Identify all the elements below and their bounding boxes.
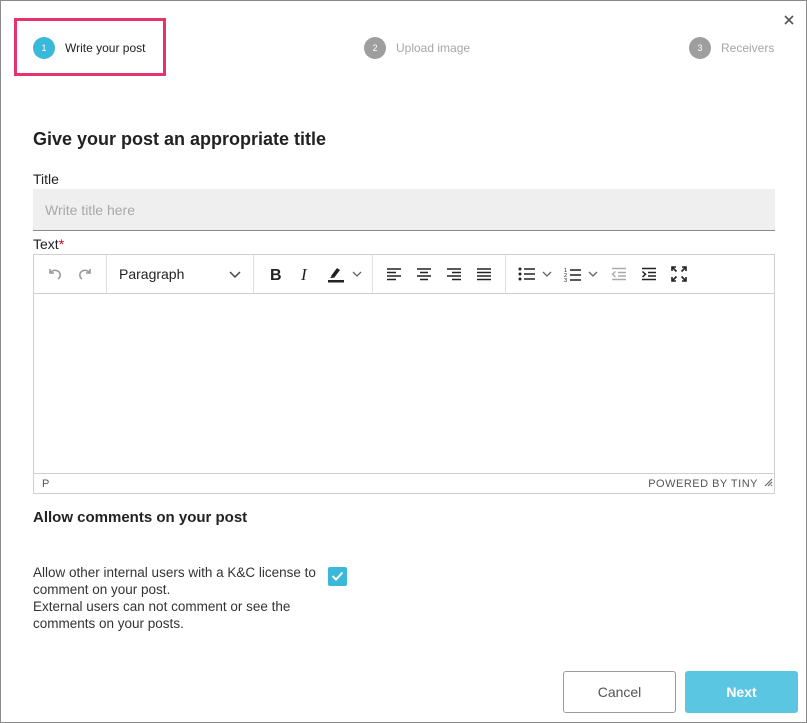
list-group: 123 (506, 255, 700, 293)
bullet-list-icon (518, 267, 536, 281)
step-number: 3 (689, 37, 711, 59)
chevron-down-icon (542, 271, 552, 278)
create-post-dialog: 1 Write your post 2 Upload image 3 Recei… (0, 0, 807, 723)
page-title: Give your post an appropriate title (33, 129, 327, 149)
indent-icon[interactable] (634, 259, 664, 289)
editor-content-area[interactable] (34, 294, 774, 474)
format-group: Paragraph (107, 255, 254, 293)
bold-icon[interactable]: B (260, 259, 290, 289)
step-label: Write your post (65, 41, 146, 55)
step-write-post[interactable]: 1 Write your post (33, 37, 145, 59)
text-label-text: Text (33, 236, 59, 252)
svg-text:B: B (270, 267, 282, 282)
step-receivers[interactable]: 3 Receivers (689, 37, 774, 59)
chevron-down-icon (588, 271, 598, 278)
svg-text:I: I (300, 266, 308, 282)
step-number: 2 (364, 37, 386, 59)
required-mark: * (58, 236, 65, 252)
comments-section-title: Allow comments on your post (33, 509, 248, 526)
fullscreen-icon[interactable] (664, 259, 694, 289)
comments-description-line: Allow other internal users with a K&C li… (33, 565, 316, 597)
history-group (34, 255, 107, 293)
highlight-color-icon (326, 265, 346, 283)
align-justify-icon[interactable] (469, 259, 499, 289)
undo-icon[interactable] (40, 259, 70, 289)
allow-comments-checkbox[interactable] (328, 567, 347, 586)
outdent-icon[interactable] (604, 259, 634, 289)
bullet-list-button[interactable] (512, 259, 558, 289)
next-button[interactable]: Next (685, 671, 798, 713)
svg-text:3: 3 (564, 278, 567, 282)
chevron-down-icon (229, 266, 241, 282)
title-label: Title (33, 171, 59, 187)
step-number: 1 (33, 37, 55, 59)
comments-description: Allow other internal users with a K&C li… (33, 564, 333, 632)
close-icon[interactable] (782, 13, 796, 27)
style-group: B I (254, 255, 373, 293)
chevron-down-icon (352, 271, 362, 278)
step-upload-image[interactable]: 2 Upload image (364, 37, 470, 59)
editor-toolbar: Paragraph B I 1 2 3 (34, 255, 774, 294)
align-right-icon[interactable] (439, 259, 469, 289)
numbered-list-button[interactable]: 123 (558, 259, 604, 289)
editor-statusbar: P POWERED BY TINY (34, 473, 774, 493)
comments-description-line: External users can not comment or see th… (33, 599, 291, 631)
format-select[interactable]: Paragraph (113, 259, 247, 289)
align-left-icon[interactable] (379, 259, 409, 289)
align-center-icon[interactable] (409, 259, 439, 289)
text-label: Text* (33, 236, 64, 252)
redo-icon[interactable] (70, 259, 100, 289)
rich-text-editor: Paragraph B I 1 2 3 P POWERED BY TINY (33, 254, 775, 494)
italic-icon[interactable]: I (290, 259, 320, 289)
step-label: Receivers (721, 41, 775, 55)
step-label: Upload image (396, 41, 471, 55)
numbered-list-icon: 123 (564, 267, 582, 282)
element-path[interactable]: P (42, 478, 49, 490)
title-input[interactable] (33, 189, 775, 231)
checkmark-icon (331, 568, 344, 586)
cancel-button[interactable]: Cancel (563, 671, 676, 713)
format-select-value: Paragraph (119, 266, 185, 282)
highlight-color-button[interactable] (320, 259, 366, 289)
alignment-group (373, 255, 506, 293)
powered-by-link[interactable]: POWERED BY TINY (648, 478, 758, 490)
resize-handle-icon[interactable] (763, 474, 773, 492)
